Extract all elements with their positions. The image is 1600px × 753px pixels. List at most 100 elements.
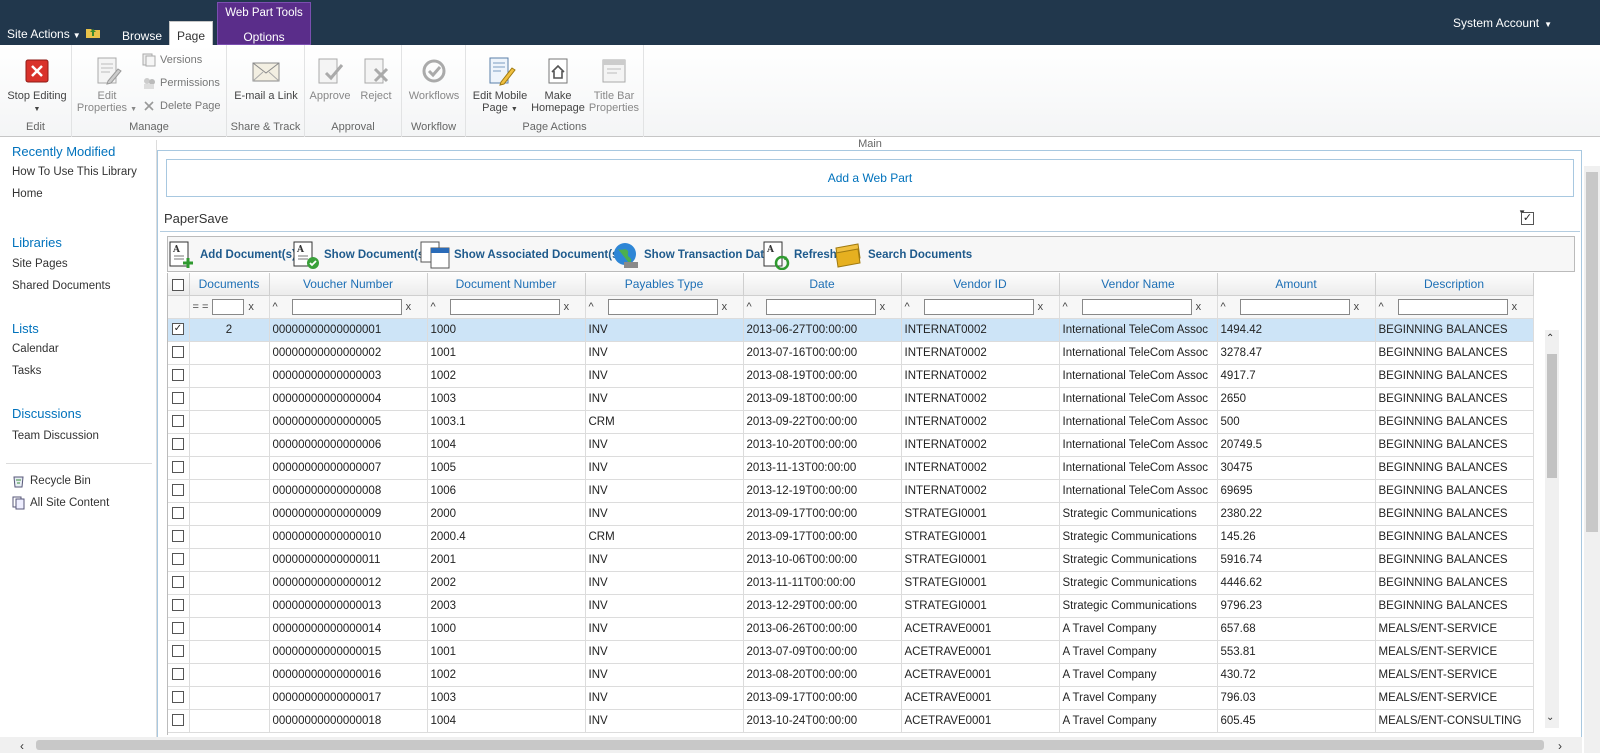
- row-checkbox[interactable]: [172, 691, 184, 704]
- row-checkbox[interactable]: [172, 346, 184, 359]
- filter-clear-icon[interactable]: x: [406, 301, 412, 313]
- column-header-vendor-name[interactable]: Vendor Name: [1059, 273, 1218, 296]
- filter-operator[interactable]: ^: [1379, 301, 1384, 313]
- table-row[interactable]: 00000000000000013 2003 INV 2013-12-29T00:00…: [168, 594, 1534, 618]
- filter-input-document-number[interactable]: [449, 298, 560, 315]
- table-row[interactable]: 00000000000000012 2002 INV 2013-11-11T00:00…: [168, 571, 1534, 595]
- filter-operator[interactable]: ^: [431, 301, 436, 313]
- table-row[interactable]: 00000000000000007 1005 INV 2013-11-13T00:00…: [168, 456, 1534, 480]
- filter-input-description[interactable]: [1397, 298, 1508, 315]
- table-row[interactable]: 00000000000000008 1006 INV 2013-12-19T00:00…: [168, 479, 1534, 503]
- permissions-button[interactable]: Permissions: [142, 76, 220, 90]
- column-header-amount[interactable]: Amount: [1217, 273, 1376, 296]
- row-checkbox[interactable]: [172, 369, 184, 382]
- refresh-button[interactable]: A Refresh: [762, 240, 837, 270]
- filter-input-vendor-name[interactable]: [1081, 298, 1192, 315]
- table-row[interactable]: 00000000000000009 2000 INV 2013-09-17T00:00…: [168, 502, 1534, 526]
- nav-link-team-discussion[interactable]: Team Discussion: [12, 430, 99, 442]
- edit-properties-button[interactable]: Edit Properties ▼: [76, 55, 138, 116]
- row-checkbox[interactable]: [172, 645, 184, 658]
- table-row[interactable]: 00000000000000016 1002 INV 2013-08-20T00:00…: [168, 663, 1534, 687]
- column-header-voucher-number[interactable]: Voucher Number: [269, 273, 428, 296]
- row-checkbox[interactable]: [172, 622, 184, 635]
- workflows-button[interactable]: Workflows: [406, 55, 462, 102]
- grid-scroll-thumb[interactable]: [1547, 354, 1557, 478]
- filter-operator[interactable]: ^: [1221, 301, 1226, 313]
- table-row[interactable]: 00000000000000011 2001 INV 2013-10-06T00:00…: [168, 548, 1534, 572]
- table-row[interactable]: 00000000000000003 1002 INV 2013-08-19T00:00…: [168, 364, 1534, 388]
- navigate-up-icon[interactable]: [85, 26, 101, 39]
- horizontal-scroll-thumb[interactable]: [36, 740, 1544, 750]
- show-documents-button[interactable]: A Show Document(s): [292, 240, 428, 270]
- filter-operator[interactable]: ^: [273, 301, 278, 313]
- filter-input-vendor-id[interactable]: [923, 298, 1034, 315]
- select-all-checkbox[interactable]: [172, 278, 185, 291]
- table-row[interactable]: 00000000000000004 1003 INV 2013-09-18T00:00…: [168, 387, 1534, 411]
- filter-operator[interactable]: ^: [1063, 301, 1068, 313]
- column-header-description[interactable]: Description: [1375, 273, 1534, 296]
- filter-clear-icon[interactable]: x: [1038, 301, 1044, 313]
- nav-heading-lists[interactable]: Lists: [12, 321, 39, 336]
- scroll-right-icon[interactable]: ›: [1558, 739, 1562, 753]
- nav-link-recycle-bin[interactable]: Recycle Bin: [12, 474, 91, 488]
- show-associated-documents-button[interactable]: Show Associated Document(s): [420, 240, 622, 270]
- page-scroll-thumb[interactable]: [1586, 172, 1598, 532]
- row-checkbox[interactable]: ✓: [172, 323, 184, 336]
- table-row[interactable]: 00000000000000018 1004 INV 2013-10-24T00:00…: [168, 709, 1534, 733]
- column-header-documents[interactable]: Documents: [189, 273, 270, 296]
- row-checkbox[interactable]: [172, 599, 184, 612]
- nav-link-tasks[interactable]: Tasks: [12, 365, 41, 377]
- title-bar-properties-button[interactable]: Title Bar Properties: [586, 55, 642, 114]
- nav-heading-discussions[interactable]: Discussions: [12, 406, 81, 421]
- filter-clear-icon[interactable]: x: [880, 301, 886, 313]
- row-checkbox[interactable]: [172, 438, 184, 451]
- filter-clear-icon[interactable]: x: [722, 301, 728, 313]
- filter-operator[interactable]: = =: [193, 301, 209, 313]
- filter-input-amount[interactable]: [1239, 298, 1350, 315]
- nav-link-calendar[interactable]: Calendar: [12, 343, 59, 355]
- email-link-button[interactable]: E-mail a Link: [233, 55, 299, 102]
- account-menu[interactable]: System Account ▼: [1453, 16, 1552, 30]
- row-checkbox[interactable]: [172, 392, 184, 405]
- row-checkbox[interactable]: [172, 553, 184, 566]
- row-checkbox[interactable]: [172, 507, 184, 520]
- scroll-left-icon[interactable]: ‹: [20, 739, 24, 753]
- filter-operator[interactable]: ^: [747, 301, 752, 313]
- row-checkbox[interactable]: [172, 714, 184, 727]
- filter-clear-icon[interactable]: x: [1354, 301, 1360, 313]
- search-documents-button[interactable]: Search Documents: [834, 240, 972, 270]
- add-web-part-link[interactable]: Add a Web Part: [166, 159, 1574, 197]
- nav-link-how-to-use[interactable]: How To Use This Library: [12, 166, 137, 178]
- table-row[interactable]: ✓ 2 00000000000000001 1000 INV 2013-06-27T00:…: [168, 318, 1534, 342]
- row-checkbox[interactable]: [172, 461, 184, 474]
- show-transaction-data-button[interactable]: Show Transaction Data: [612, 240, 771, 270]
- row-checkbox[interactable]: [172, 530, 184, 543]
- row-checkbox[interactable]: [172, 415, 184, 428]
- nav-link-all-site-content[interactable]: All Site Content: [12, 496, 109, 510]
- table-row[interactable]: 00000000000000017 1003 INV 2013-09-17T00:00…: [168, 686, 1534, 710]
- approve-button[interactable]: Approve: [309, 55, 351, 102]
- nav-link-shared-documents[interactable]: Shared Documents: [12, 280, 110, 292]
- reject-button[interactable]: Reject: [355, 55, 397, 102]
- filter-operator[interactable]: ^: [905, 301, 910, 313]
- filter-clear-icon[interactable]: x: [1196, 301, 1202, 313]
- filter-input-payables-type[interactable]: [607, 298, 718, 315]
- make-homepage-button[interactable]: Make Homepage: [530, 55, 586, 114]
- scroll-up-icon[interactable]: ⌃: [1546, 333, 1554, 344]
- table-row[interactable]: 00000000000000006 1004 INV 2013-10-20T00:00…: [168, 433, 1534, 457]
- nav-heading-libraries[interactable]: Libraries: [12, 235, 62, 250]
- edit-mobile-page-button[interactable]: Edit Mobile Page ▼: [470, 55, 530, 116]
- webpart-select-checkbox[interactable]: ✓: [1521, 212, 1534, 225]
- table-row[interactable]: 00000000000000010 2000.4 CRM 2013-09-17T00:…: [168, 525, 1534, 549]
- nav-heading-recently-modified[interactable]: Recently Modified: [12, 144, 115, 159]
- tab-browse[interactable]: Browse: [122, 29, 162, 43]
- nav-link-home[interactable]: Home: [12, 188, 43, 200]
- column-header-document-number[interactable]: Document Number: [427, 273, 586, 296]
- table-row[interactable]: 00000000000000005 1003.1 CRM 2013-09-22T00:…: [168, 410, 1534, 434]
- row-checkbox[interactable]: [172, 484, 184, 497]
- site-actions-menu[interactable]: Site Actions ▼: [7, 27, 81, 41]
- tab-options[interactable]: Options: [218, 30, 310, 44]
- scroll-down-icon[interactable]: ⌄: [1546, 712, 1554, 723]
- versions-button[interactable]: Versions: [142, 53, 202, 67]
- table-row[interactable]: 00000000000000002 1001 INV 2013-07-16T00:00…: [168, 341, 1534, 365]
